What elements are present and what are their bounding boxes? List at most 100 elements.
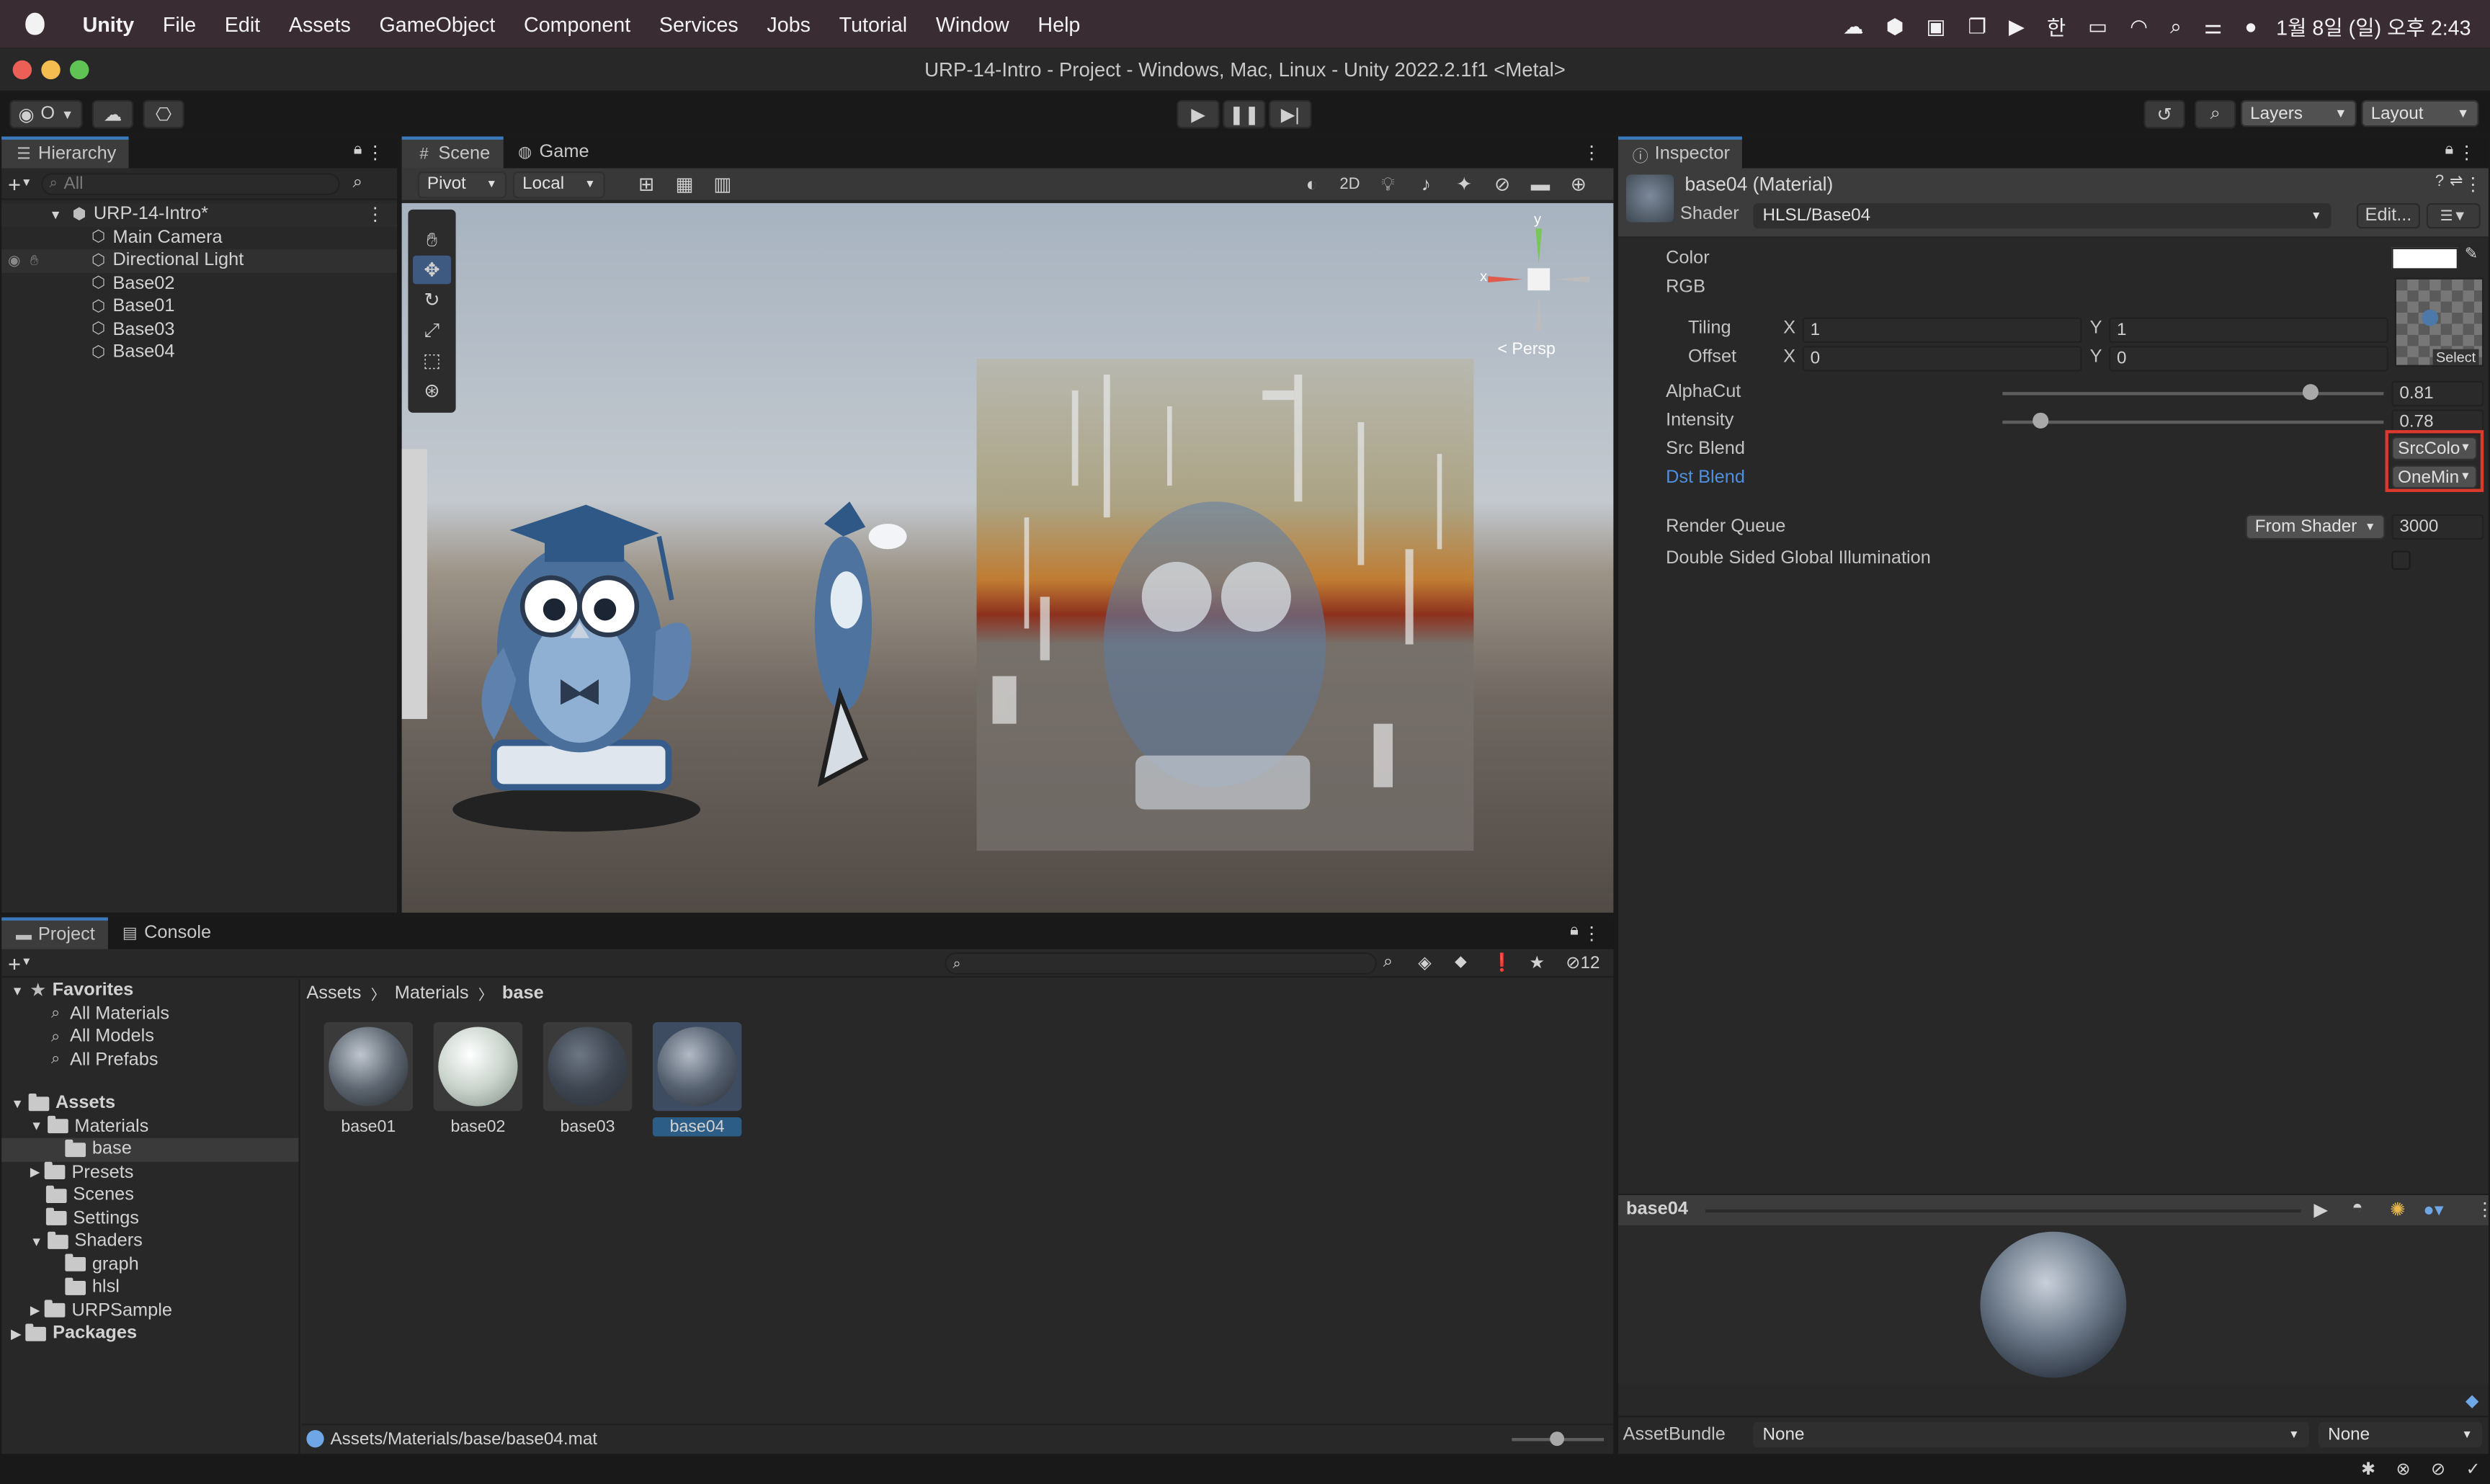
tree-favorites[interactable]: ▼ ★ Favorites	[1, 979, 298, 1002]
tab-game[interactable]: ◍ Game	[503, 136, 602, 168]
play-icon[interactable]: ▶	[2313, 1198, 2328, 1220]
control-center-icon[interactable]: ⚌	[2204, 14, 2223, 39]
hierarchy-item-directional-light[interactable]: ◉ ✋︎ ⬡ Directional Light	[1, 249, 398, 272]
visibility-eye-icon[interactable]: ◉	[8, 252, 20, 269]
battery-icon[interactable]: ▭	[2088, 14, 2107, 39]
kebab-menu-icon[interactable]: ⋮	[2464, 173, 2482, 195]
label-filter-icon[interactable]: ⬥	[1455, 952, 1467, 973]
menu-window[interactable]: Window	[936, 12, 1009, 36]
pivot-dropdown[interactable]: Pivot ▼	[417, 170, 507, 198]
menu-component[interactable]: Component	[524, 12, 630, 36]
tree-scenes[interactable]: Scenes	[1, 1184, 298, 1207]
lock-icon[interactable]: 🔒︎	[2445, 141, 2454, 158]
menu-edit[interactable]: Edit	[225, 12, 260, 36]
orientation-gizmo[interactable]: y x < Persp	[1476, 211, 1602, 359]
tree-presets[interactable]: ▶ Presets	[1, 1161, 298, 1184]
kebab-menu-icon[interactable]: ⋮	[1582, 922, 1600, 944]
breadcrumb-assets[interactable]: Assets	[306, 984, 361, 1003]
layout-dropdown[interactable]: Layout ▼	[2361, 99, 2479, 128]
tree-fav-all-prefabs[interactable]: ⌕ All Prefabs	[1, 1048, 298, 1071]
help-icon[interactable]: ?	[2435, 173, 2444, 190]
light-preview-icon[interactable]: ✺	[2390, 1198, 2405, 1220]
menu-services[interactable]: Services	[659, 12, 738, 36]
menu-gameobject[interactable]: GameObject	[380, 12, 496, 36]
double-sided-gi-checkbox[interactable]	[2391, 550, 2411, 570]
pause-button[interactable]: ❚❚	[1223, 99, 1266, 129]
cache-icon[interactable]: ⊘	[2431, 1459, 2445, 1479]
alphacut-slider-thumb[interactable]	[2303, 384, 2319, 401]
shading-mode-icon[interactable]: ◐	[1293, 170, 1331, 199]
breadcrumb-materials[interactable]: Materials	[395, 984, 469, 1003]
hierarchy-item-base01[interactable]: ⬡ Base01	[1, 295, 397, 318]
pick-hand-icon[interactable]: ✋︎	[30, 252, 38, 269]
move-tool-icon[interactable]: ✥	[413, 255, 451, 285]
step-button[interactable]: ▶|	[1269, 99, 1312, 129]
hierarchy-search-input[interactable]: ⌕ All	[41, 172, 340, 195]
breadcrumb-base[interactable]: base	[502, 984, 544, 1003]
window-icon[interactable]: ❐	[1968, 14, 1986, 39]
hand-tool-icon[interactable]: ✋︎	[413, 225, 451, 254]
intensity-slider-thumb[interactable]	[2032, 412, 2049, 429]
scale-tool-icon[interactable]: ⤢	[413, 316, 451, 344]
offset-y-field[interactable]: 0	[2109, 346, 2388, 372]
edit-shader-button[interactable]: Edit...	[2356, 203, 2421, 229]
favorite-star-icon[interactable]: ★	[1530, 952, 1545, 973]
alphacut-slider-track[interactable]	[2002, 392, 2384, 395]
scene-search-icon[interactable]: ⌕	[353, 173, 363, 194]
transform-tool-icon[interactable]: ⊛	[413, 376, 451, 405]
tree-fav-all-models[interactable]: ⌕ All Models	[1, 1025, 298, 1048]
unity-cube-icon[interactable]: ⬢	[1886, 14, 1904, 39]
tiling-x-field[interactable]: 1	[1802, 317, 2082, 343]
menu-help[interactable]: Help	[1038, 12, 1080, 36]
sphere-preview-icon[interactable]: ◓	[2352, 1198, 2362, 1217]
menu-assets[interactable]: Assets	[289, 12, 351, 36]
rect-tool-icon[interactable]: ⬚	[413, 346, 451, 375]
mesh-preview-icon[interactable]: ●▾	[2423, 1198, 2443, 1220]
dstblend-dropdown[interactable]: OneMin ▼	[2391, 465, 2478, 489]
tab-scene[interactable]: # Scene	[401, 136, 503, 169]
tab-inspector[interactable]: ⓘ Inspector	[1617, 136, 1743, 169]
rotate-tool-icon[interactable]: ↻	[413, 286, 451, 315]
preset-icon[interactable]: ⇌	[2450, 173, 2463, 190]
kebab-menu-icon[interactable]: ⋮	[366, 204, 384, 225]
tree-settings[interactable]: Settings	[1, 1207, 298, 1230]
camera-icon[interactable]: ▬	[1522, 170, 1560, 199]
asset-item-base01[interactable]: base01	[323, 1022, 414, 1136]
icon-size-slider-thumb[interactable]	[1550, 1431, 1565, 1447]
persp-label[interactable]: < Persp	[1497, 339, 1555, 358]
hidden-packages-icon[interactable]: ⊘12	[1566, 952, 1599, 973]
tree-assets[interactable]: ▼ Assets	[1, 1092, 298, 1115]
lighting-icon[interactable]: 💡︎	[1369, 170, 1407, 199]
lock-icon[interactable]: 🔒︎	[354, 141, 362, 158]
hierarchy-item-base02[interactable]: ⬡ Base02	[1, 272, 397, 295]
hierarchy-item-base03[interactable]: ⬡ Base03	[1, 318, 397, 341]
alphacut-field[interactable]: 0.81	[2391, 380, 2484, 407]
play-button[interactable]: ▶	[1177, 99, 1220, 129]
log-filter-icon[interactable]: ❗	[1491, 952, 1513, 973]
debug-icon[interactable]: ✱	[2361, 1459, 2375, 1479]
effects-icon[interactable]: ✦	[1445, 170, 1483, 199]
hierarchy-scene-root[interactable]: ▼ ⬢ URP-14-Intro* ⋮	[1, 203, 398, 226]
menu-tutorial[interactable]: Tutorial	[839, 12, 908, 36]
hierarchy-item-base04[interactable]: ⬡ Base04	[1, 341, 397, 365]
menu-jobs[interactable]: Jobs	[767, 12, 811, 36]
eyedropper-icon[interactable]: ✎	[2465, 246, 2478, 263]
tree-urpsample[interactable]: ▶ URPSample	[1, 1299, 298, 1322]
search-icon[interactable]: ⌕	[2170, 14, 2182, 39]
render-queue-dropdown[interactable]: From Shader ▼	[2245, 514, 2386, 540]
label-tag-icon[interactable]: ◆	[2466, 1390, 2479, 1411]
render-queue-field[interactable]: 3000	[2391, 514, 2484, 540]
lock-icon[interactable]: 🔒︎	[1570, 922, 1579, 939]
kebab-menu-icon[interactable]: ⋮	[2476, 1198, 2490, 1220]
tree-hlsl[interactable]: hlsl	[1, 1276, 298, 1299]
hierarchy-item-main-camera[interactable]: ⬡ Main Camera	[1, 226, 397, 249]
asset-item-base02[interactable]: base02	[433, 1022, 523, 1136]
bug-icon[interactable]: ⊗	[2396, 1459, 2410, 1479]
offset-x-field[interactable]: 0	[1802, 346, 2082, 372]
tab-project[interactable]: ▬ Project	[1, 917, 108, 949]
kebab-menu-icon[interactable]: ⋮	[1582, 141, 1600, 163]
shader-dropdown[interactable]: HLSL/Base04 ▼	[1753, 203, 2331, 229]
material-preview-area[interactable]	[1617, 1225, 2489, 1385]
wifi-icon[interactable]: ◠	[2130, 14, 2148, 39]
srcblend-dropdown[interactable]: SrcColo ▼	[2391, 436, 2478, 460]
